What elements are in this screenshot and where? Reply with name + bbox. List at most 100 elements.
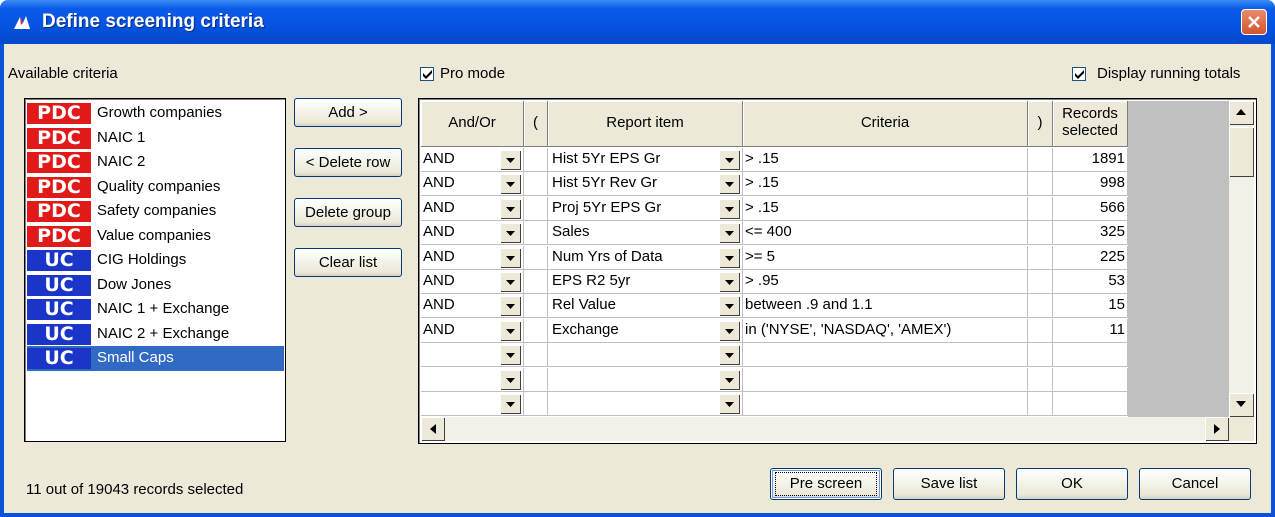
- records-cell[interactable]: [1053, 392, 1128, 416]
- criteria-cell[interactable]: <= 400: [743, 221, 1028, 246]
- dropdown-button[interactable]: [719, 198, 740, 219]
- dropdown-button[interactable]: [719, 247, 740, 268]
- records-cell[interactable]: 1891: [1053, 148, 1128, 172]
- list-item[interactable]: PDC Value companies: [27, 224, 284, 249]
- records-cell[interactable]: 53: [1053, 270, 1128, 294]
- open-paren-cell[interactable]: [524, 245, 548, 270]
- report-item-cell[interactable]: [548, 392, 743, 416]
- cancel-button[interactable]: Cancel: [1139, 468, 1251, 500]
- criteria-cell[interactable]: > .15: [743, 148, 1028, 172]
- open-paren-cell[interactable]: [524, 172, 548, 197]
- records-cell[interactable]: 566: [1053, 196, 1128, 221]
- save-list-button[interactable]: Save list: [893, 468, 1005, 500]
- available-criteria-list[interactable]: PDC Growth companies PDC NAIC 1 PDC NAIC 2 PDC…: [24, 98, 286, 442]
- open-paren-cell[interactable]: [524, 270, 548, 294]
- ok-button[interactable]: OK: [1016, 468, 1128, 500]
- dropdown-button[interactable]: [500, 223, 521, 244]
- criteria-cell[interactable]: > .95: [743, 270, 1028, 294]
- and-or-cell[interactable]: AND: [421, 318, 524, 343]
- list-item[interactable]: PDC Safety companies: [27, 199, 284, 224]
- list-item[interactable]: PDC Quality companies: [27, 175, 284, 200]
- records-cell[interactable]: 998: [1053, 172, 1128, 197]
- dropdown-button[interactable]: [500, 198, 521, 219]
- and-or-cell[interactable]: AND: [421, 245, 524, 270]
- criteria-cell[interactable]: >= 5: [743, 245, 1028, 270]
- and-or-cell[interactable]: AND: [421, 270, 524, 294]
- criteria-cell[interactable]: [743, 367, 1028, 392]
- dropdown-button[interactable]: [719, 174, 740, 195]
- header-close-paren[interactable]: ): [1028, 101, 1053, 147]
- pre-screen-button[interactable]: Pre screen: [770, 468, 882, 500]
- open-paren-cell[interactable]: [524, 367, 548, 392]
- list-item[interactable]: PDC NAIC 2: [27, 150, 284, 175]
- title-bar[interactable]: Define screening criteria: [0, 0, 1275, 44]
- criteria-grid[interactable]: And/Or ( Report item Criteria ) Records s…: [418, 98, 1257, 444]
- criteria-cell[interactable]: > .15: [743, 196, 1028, 221]
- list-item[interactable]: UC NAIC 2 + Exchange: [27, 322, 284, 347]
- report-item-cell[interactable]: Hist 5Yr EPS Gr: [548, 148, 743, 172]
- records-cell[interactable]: 225: [1053, 245, 1128, 270]
- close-paren-cell[interactable]: [1028, 318, 1053, 343]
- report-item-cell[interactable]: Exchange: [548, 318, 743, 343]
- report-item-cell[interactable]: Proj 5Yr EPS Gr: [548, 196, 743, 221]
- dropdown-button[interactable]: [500, 320, 521, 341]
- and-or-cell[interactable]: AND: [421, 294, 524, 319]
- delete-row-button[interactable]: < Delete row: [294, 148, 402, 177]
- dropdown-button[interactable]: [500, 345, 521, 366]
- scroll-right-button[interactable]: [1205, 417, 1229, 441]
- close-paren-cell[interactable]: [1028, 245, 1053, 270]
- header-and-or[interactable]: And/Or: [421, 101, 524, 147]
- open-paren-cell[interactable]: [524, 318, 548, 343]
- dropdown-button[interactable]: [719, 150, 740, 170]
- dropdown-button[interactable]: [500, 174, 521, 195]
- criteria-cell[interactable]: > .15: [743, 172, 1028, 197]
- dropdown-button[interactable]: [719, 320, 740, 341]
- header-records-selected[interactable]: Records selected: [1053, 101, 1128, 147]
- dropdown-button[interactable]: [500, 247, 521, 268]
- open-paren-cell[interactable]: [524, 294, 548, 319]
- and-or-cell[interactable]: AND: [421, 221, 524, 246]
- scroll-up-button[interactable]: [1229, 101, 1254, 125]
- dropdown-button[interactable]: [719, 394, 740, 414]
- records-cell[interactable]: 15: [1053, 294, 1128, 319]
- criteria-cell[interactable]: in ('NYSE', 'NASDAQ', 'AMEX'): [743, 318, 1028, 343]
- close-paren-cell[interactable]: [1028, 196, 1053, 221]
- header-criteria[interactable]: Criteria: [743, 101, 1028, 147]
- and-or-cell[interactable]: [421, 343, 524, 368]
- report-item-cell[interactable]: EPS R2 5yr: [548, 270, 743, 294]
- close-paren-cell[interactable]: [1028, 270, 1053, 294]
- and-or-cell[interactable]: [421, 367, 524, 392]
- close-paren-cell[interactable]: [1028, 392, 1053, 416]
- open-paren-cell[interactable]: [524, 392, 548, 416]
- report-item-cell[interactable]: Hist 5Yr Rev Gr: [548, 172, 743, 197]
- vertical-scroll-thumb[interactable]: [1229, 127, 1254, 177]
- list-item[interactable]: UC Small Caps: [27, 346, 284, 371]
- dropdown-button[interactable]: [500, 150, 521, 170]
- list-item[interactable]: UC CIG Holdings: [27, 248, 284, 273]
- criteria-cell[interactable]: [743, 392, 1028, 416]
- open-paren-cell[interactable]: [524, 196, 548, 221]
- records-cell[interactable]: 325: [1053, 221, 1128, 246]
- clear-list-button[interactable]: Clear list: [294, 248, 402, 277]
- open-paren-cell[interactable]: [524, 343, 548, 368]
- scroll-down-button[interactable]: [1229, 393, 1254, 417]
- records-cell[interactable]: 11: [1053, 318, 1128, 343]
- close-paren-cell[interactable]: [1028, 343, 1053, 368]
- open-paren-cell[interactable]: [524, 148, 548, 172]
- dropdown-button[interactable]: [500, 369, 521, 390]
- list-item[interactable]: UC NAIC 1 + Exchange: [27, 297, 284, 322]
- close-paren-cell[interactable]: [1028, 221, 1053, 246]
- and-or-cell[interactable]: AND: [421, 196, 524, 221]
- records-cell[interactable]: [1053, 343, 1128, 368]
- close-paren-cell[interactable]: [1028, 294, 1053, 319]
- close-paren-cell[interactable]: [1028, 148, 1053, 172]
- dropdown-button[interactable]: [719, 272, 740, 292]
- list-item[interactable]: PDC NAIC 1: [27, 126, 284, 151]
- report-item-cell[interactable]: [548, 367, 743, 392]
- report-item-cell[interactable]: Num Yrs of Data: [548, 245, 743, 270]
- horizontal-scrollbar[interactable]: [421, 417, 1229, 441]
- dropdown-button[interactable]: [719, 223, 740, 244]
- header-report-item[interactable]: Report item: [548, 101, 743, 147]
- dropdown-button[interactable]: [500, 394, 521, 414]
- scroll-left-button[interactable]: [421, 417, 445, 441]
